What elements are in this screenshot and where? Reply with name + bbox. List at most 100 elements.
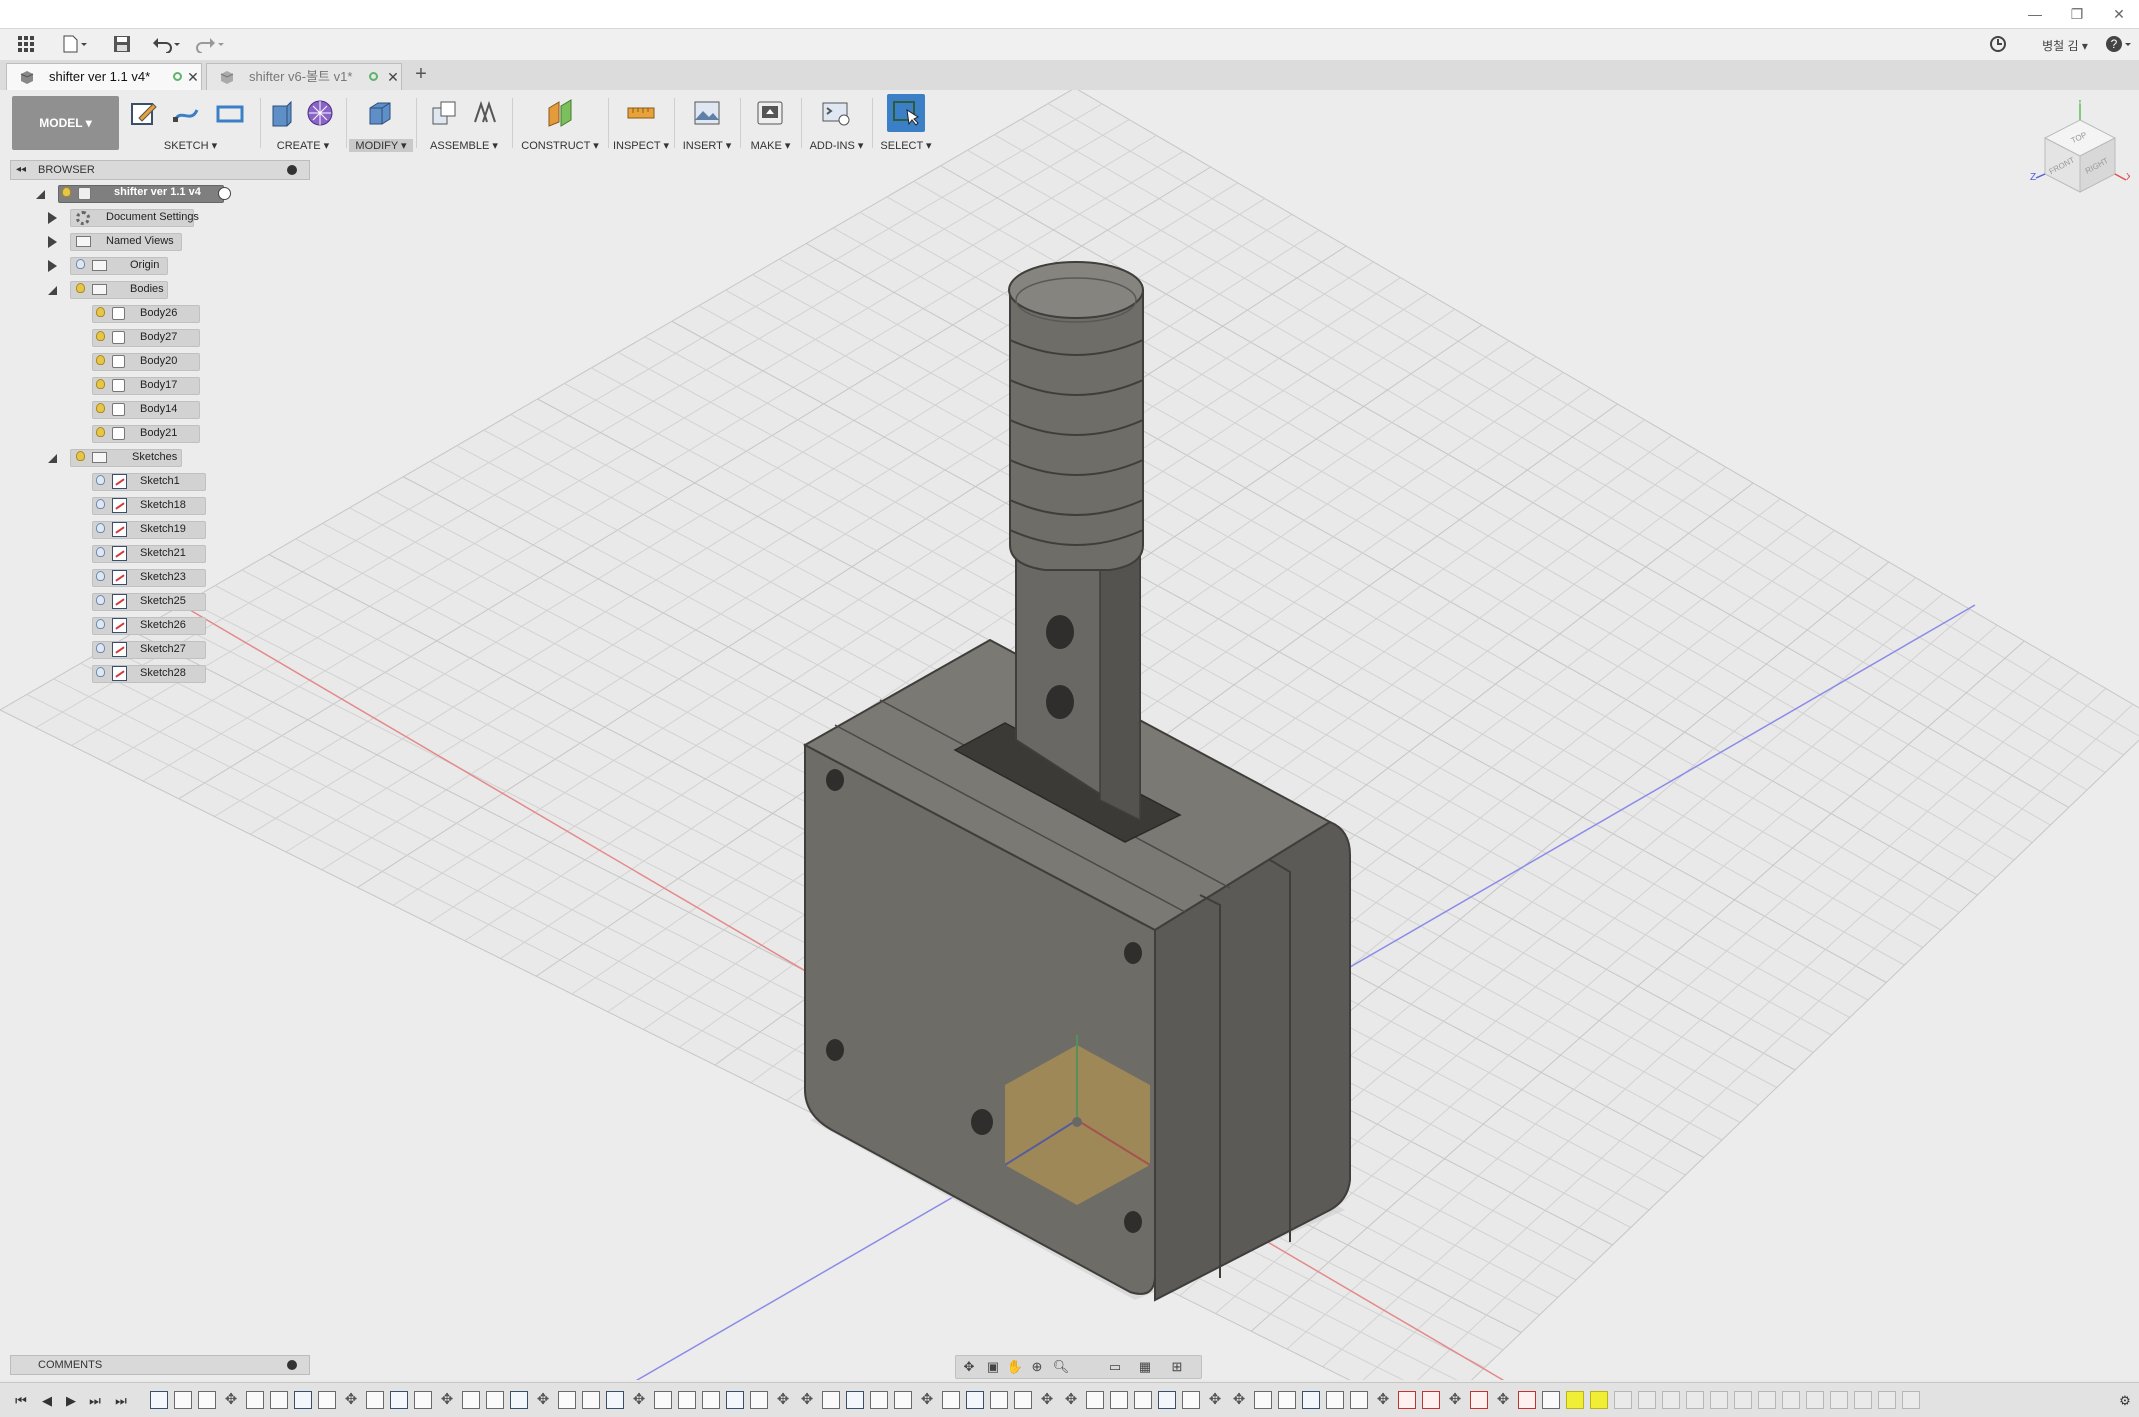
timeline-feature-icon[interactable] [750, 1391, 768, 1409]
timeline-sketch-icon[interactable] [726, 1391, 744, 1409]
timeline-feature-icon[interactable] [822, 1391, 840, 1409]
timeline-feature-icon[interactable] [654, 1391, 672, 1409]
timeline-feature-icon[interactable] [486, 1391, 504, 1409]
timeline-feature-icon[interactable] [1710, 1391, 1728, 1409]
extrude-icon[interactable] [267, 98, 297, 128]
visibility-bulb-icon[interactable] [96, 595, 105, 605]
tab-shifter-ver-1-1[interactable]: shifter ver 1.1 v4* ✕ [6, 63, 202, 90]
tab-shifter-v6[interactable]: shifter v6-볼트 v1* ✕ [206, 63, 402, 90]
timeline-feature-icon[interactable] [1782, 1391, 1800, 1409]
timeline-move-icon[interactable]: ✥ [1494, 1391, 1512, 1409]
view-cube[interactable]: TOP FRONT RIGHT Y X Z [2030, 96, 2133, 210]
timeline-sketch-icon[interactable] [966, 1391, 984, 1409]
assemble-group[interactable]: ASSEMBLE ▾ [419, 92, 509, 154]
scripts-icon[interactable] [821, 98, 851, 128]
visibility-bulb-icon[interactable] [96, 355, 105, 365]
timeline-sketch-icon[interactable] [1158, 1391, 1176, 1409]
timeline-sketch-icon[interactable] [606, 1391, 624, 1409]
create-group[interactable]: CREATE ▾ [263, 92, 343, 154]
visibility-bulb-icon[interactable] [96, 427, 105, 437]
timeline-sketch-icon[interactable] [294, 1391, 312, 1409]
timeline-feature-icon[interactable] [1734, 1391, 1752, 1409]
insert-group[interactable]: INSERT ▾ [677, 92, 737, 154]
timeline-move-icon[interactable]: ✥ [1446, 1391, 1464, 1409]
timeline-feature-icon[interactable] [582, 1391, 600, 1409]
user-menu[interactable]: 병철 김 ▾ [2030, 35, 2100, 57]
timeline-sketch-icon[interactable] [390, 1391, 408, 1409]
timeline-feature-icon[interactable] [1806, 1391, 1824, 1409]
timeline-move-icon[interactable]: ✥ [774, 1391, 792, 1409]
create-sketch-icon[interactable] [129, 98, 159, 128]
visibility-bulb-icon[interactable] [96, 475, 105, 485]
fit-icon[interactable]: 🔍︎ [1052, 1358, 1070, 1376]
timeline-feature-icon[interactable] [1350, 1391, 1368, 1409]
redo-icon[interactable] [194, 35, 228, 57]
press-pull-icon[interactable] [365, 98, 395, 128]
timeline-feature-icon[interactable] [1398, 1391, 1416, 1409]
joint-icon[interactable] [469, 98, 499, 128]
display-settings-icon[interactable]: ▭ [1106, 1358, 1124, 1376]
collapse-icon[interactable] [48, 454, 57, 463]
timeline-move-icon[interactable]: ✥ [630, 1391, 648, 1409]
timeline-feature-icon[interactable] [198, 1391, 216, 1409]
timeline-sketch-icon[interactable] [510, 1391, 528, 1409]
apps-grid-icon[interactable] [14, 35, 38, 57]
restore-button[interactable]: ❐ [2062, 4, 2092, 24]
undo-icon[interactable] [150, 35, 184, 57]
visibility-bulb-icon[interactable] [96, 379, 105, 389]
visibility-bulb-icon[interactable] [96, 547, 105, 557]
visibility-bulb-icon[interactable] [96, 331, 105, 341]
timeline-feature-icon[interactable] [174, 1391, 192, 1409]
timeline-move-icon[interactable]: ✥ [1206, 1391, 1224, 1409]
grid-settings-icon[interactable]: ▦ [1136, 1358, 1154, 1376]
timeline-feature-icon[interactable] [942, 1391, 960, 1409]
timeline-prev-icon[interactable]: ◀ [38, 1393, 56, 1409]
form-icon[interactable] [305, 98, 335, 128]
zoom-icon[interactable]: ⊕ [1028, 1358, 1046, 1376]
sketch-group[interactable]: SKETCH ▾ [123, 92, 258, 154]
visibility-bulb-icon[interactable] [76, 259, 85, 269]
timeline-feature-icon[interactable] [1590, 1391, 1608, 1409]
offset-plane-icon[interactable] [545, 98, 575, 128]
timeline-feature-icon[interactable] [702, 1391, 720, 1409]
knob-top[interactable] [1008, 261, 1144, 319]
timeline-feature-icon[interactable] [1662, 1391, 1680, 1409]
new-component-icon[interactable] [429, 98, 459, 128]
timeline-feature-icon[interactable] [1134, 1391, 1152, 1409]
timeline-feature-icon[interactable] [1542, 1391, 1560, 1409]
timeline-feature-icon[interactable] [246, 1391, 264, 1409]
pan-icon[interactable]: ✋ [1006, 1358, 1024, 1376]
select-group[interactable]: SELECT ▾ [875, 92, 937, 154]
look-at-icon[interactable]: ▣ [984, 1358, 1002, 1376]
close-tab-icon[interactable]: ✕ [185, 64, 201, 90]
visibility-bulb-icon[interactable] [96, 643, 105, 653]
insert-canvas-icon[interactable] [692, 98, 722, 128]
timeline-feature-icon[interactable] [1014, 1391, 1032, 1409]
timeline-feature-icon[interactable] [1470, 1391, 1488, 1409]
timeline-settings-icon[interactable]: ⚙ [2116, 1393, 2134, 1409]
line-icon[interactable] [171, 98, 201, 128]
minimize-button[interactable]: — [2020, 4, 2050, 24]
panel-pin-icon[interactable] [287, 165, 297, 175]
visibility-bulb-icon[interactable] [96, 619, 105, 629]
visibility-bulb-icon[interactable] [96, 523, 105, 533]
shift-knob[interactable] [1009, 289, 1144, 571]
timeline-move-icon[interactable]: ✥ [222, 1391, 240, 1409]
timeline-feature-icon[interactable] [1326, 1391, 1344, 1409]
save-icon[interactable] [110, 35, 134, 57]
timeline-feature-icon[interactable] [1110, 1391, 1128, 1409]
timeline-feature-icon[interactable] [1086, 1391, 1104, 1409]
expand-icon[interactable] [48, 260, 57, 272]
timeline-feature-icon[interactable] [1254, 1391, 1272, 1409]
timeline-feature-icon[interactable] [1518, 1391, 1536, 1409]
timeline-next-icon[interactable]: ⏭ [86, 1393, 104, 1409]
timeline-feature-icon[interactable] [1278, 1391, 1296, 1409]
visibility-bulb-icon[interactable] [96, 307, 105, 317]
timeline-feature-icon[interactable] [1566, 1391, 1584, 1409]
timeline-sketch-icon[interactable] [846, 1391, 864, 1409]
timeline-move-icon[interactable]: ✥ [1062, 1391, 1080, 1409]
timeline-end-icon[interactable]: ⏭ [112, 1393, 130, 1409]
visibility-bulb-icon[interactable] [76, 283, 85, 293]
visibility-bulb-icon[interactable] [96, 403, 105, 413]
file-icon[interactable] [60, 35, 90, 57]
